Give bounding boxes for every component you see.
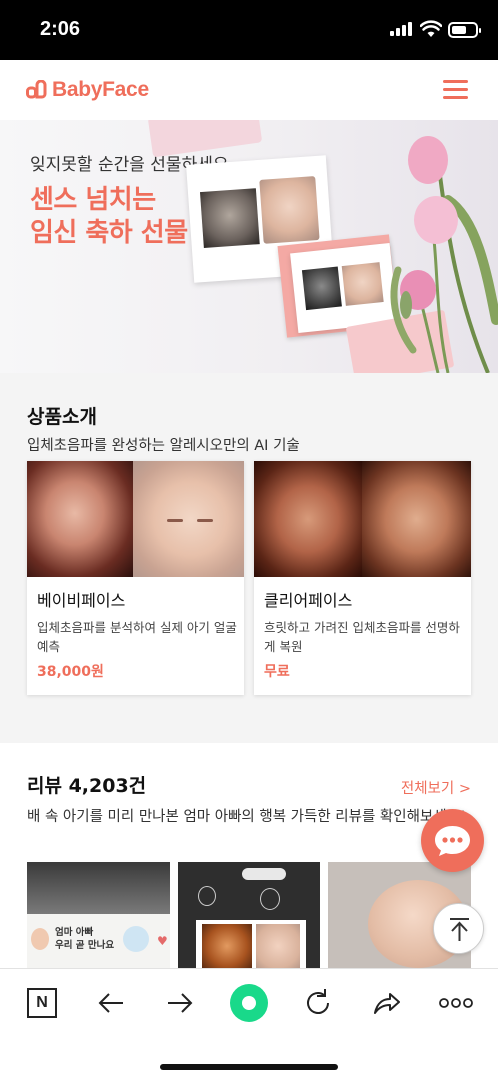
review-image-2[interactable]: [178, 862, 320, 968]
product-name: 클리어페이스: [264, 591, 353, 610]
review-card-text: 엄마 아빠: [55, 927, 94, 938]
logo-icon: [26, 80, 47, 99]
chat-button[interactable]: [421, 809, 484, 872]
hamburger-menu-icon[interactable]: [443, 80, 468, 100]
products-title: 상품소개: [27, 406, 97, 428]
forward-arrow-icon[interactable]: [160, 983, 200, 1023]
reviews-title: 리뷰 4,203건: [27, 775, 147, 797]
logo[interactable]: BabyFace: [26, 78, 149, 102]
refresh-icon[interactable]: [298, 983, 338, 1023]
hero-title: 센스 넘치는 임신 축하 선물: [30, 185, 188, 248]
product-desc: 입체초음파를 분석하여 실제 아기 얼굴 예측: [37, 620, 237, 654]
product-image-clearface: [254, 461, 471, 577]
signal-icon: [390, 22, 412, 36]
back-arrow-icon[interactable]: [91, 983, 131, 1023]
home-dot-icon[interactable]: [229, 983, 269, 1023]
product-name: 베이비페이스: [37, 591, 126, 610]
status-time: 2:06: [40, 18, 81, 40]
more-icon[interactable]: [436, 983, 476, 1023]
home-indicator: [160, 1064, 338, 1070]
chat-bubble-icon: [435, 826, 470, 856]
product-card-clearface[interactable]: 클리어페이스 흐릿하고 가려진 입체초음파를 선명하게 복원 무료: [254, 461, 471, 695]
hero-banner[interactable]: 잊지못할 순간을 선물하세요 센스 넘치는 임신 축하 선물: [0, 120, 498, 373]
product-card-babyface[interactable]: 베이비페이스 입체초음파를 분석하여 실제 아기 얼굴 예측 38,000원: [27, 461, 244, 695]
status-bar: 2:06: [0, 0, 498, 60]
logo-text: BabyFace: [52, 78, 149, 101]
wifi-icon: [420, 20, 442, 37]
scroll-to-top-button[interactable]: [433, 903, 484, 954]
review-image-1[interactable]: 엄마 아빠 우리 곧 만나요 ♥: [27, 862, 170, 968]
share-icon[interactable]: [367, 983, 407, 1023]
product-image-babyface: [27, 461, 244, 577]
product-price: 38,000원: [37, 664, 104, 680]
review-card-text: 우리 곧 만나요: [55, 940, 115, 951]
battery-icon: [448, 22, 481, 38]
view-all-link[interactable]: 전체보기 >: [401, 777, 471, 798]
product-desc: 흐릿하고 가려진 입체초음파를 선명하게 복원: [264, 620, 460, 654]
naver-icon[interactable]: N: [22, 983, 62, 1023]
product-price: 무료: [264, 664, 290, 680]
tulip-flowers-image: [390, 136, 498, 373]
products-subtitle: 입체초음파를 완성하는 알레시오만의 AI 기술: [27, 438, 300, 454]
arrow-up-icon: [450, 918, 469, 941]
